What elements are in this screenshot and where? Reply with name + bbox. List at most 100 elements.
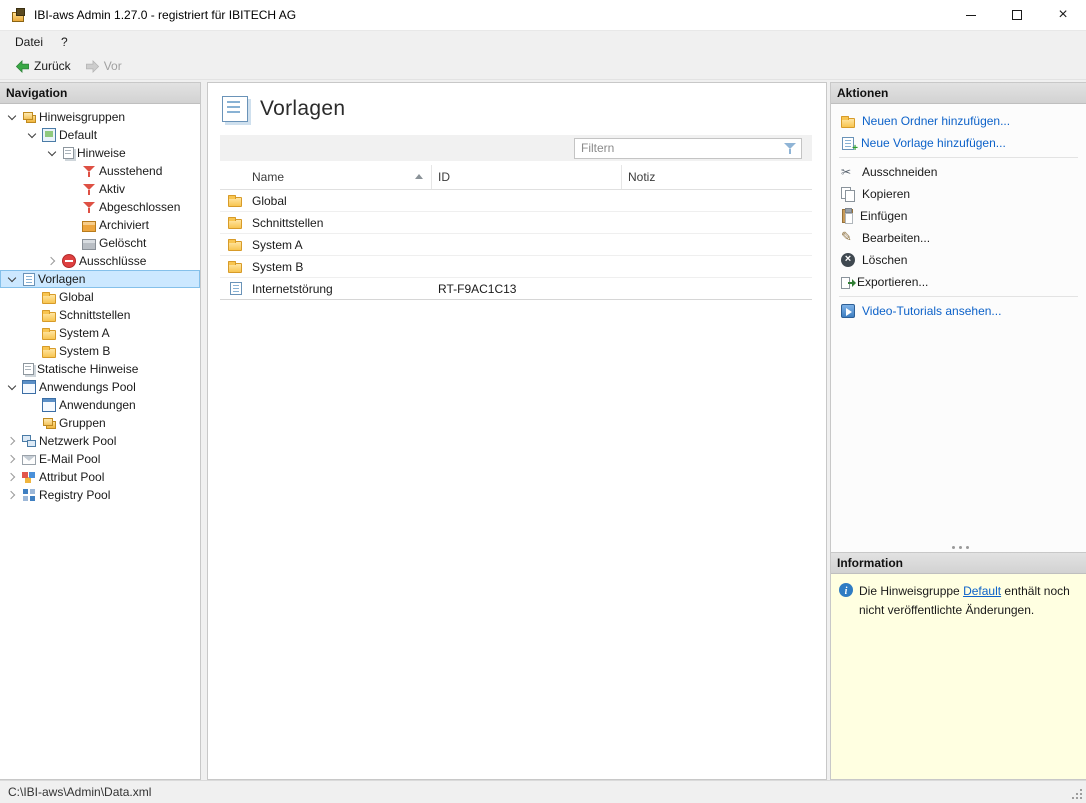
tree-item-label: Aktiv — [99, 182, 125, 196]
column-header-notiz[interactable]: Notiz — [622, 165, 812, 189]
forward-arrow-icon — [85, 59, 100, 74]
chevron-down-icon[interactable] — [6, 111, 19, 124]
table-row[interactable]: Global — [220, 190, 812, 212]
tree-item-label: Global — [59, 290, 94, 304]
tree-item-archiviert[interactable]: Archiviert — [0, 216, 200, 234]
paste-icon — [842, 209, 853, 223]
action-new-folder[interactable]: Neuen Ordner hinzufügen... — [831, 110, 1086, 132]
tree-item-label: Gruppen — [59, 416, 106, 430]
close-button[interactable]: × — [1040, 0, 1086, 31]
no-entry-icon — [62, 254, 76, 268]
back-button[interactable]: Zurück — [8, 57, 78, 76]
groups-icon — [46, 421, 56, 429]
filter-input[interactable] — [575, 140, 783, 157]
registry-grid-icon — [22, 488, 36, 502]
action-cut[interactable]: Ausschneiden — [831, 161, 1086, 183]
panel-splitter[interactable] — [831, 542, 1086, 552]
action-video-tutorials[interactable]: Video-Tutorials ansehen... — [831, 300, 1086, 322]
minimize-button[interactable] — [948, 0, 994, 31]
forward-label: Vor — [104, 59, 122, 73]
pencil-icon — [841, 231, 855, 245]
maximize-icon — [1012, 10, 1022, 20]
icon-column-header[interactable] — [220, 165, 246, 189]
actions-separator — [839, 157, 1078, 158]
tree-item-aktiv[interactable]: Aktiv — [0, 180, 200, 198]
resize-grip-icon[interactable] — [1070, 787, 1083, 800]
action-export[interactable]: Exportieren... — [831, 271, 1086, 293]
action-label: Löschen — [862, 253, 907, 267]
tree-item-system-a[interactable]: System A — [0, 324, 200, 342]
chevron-down-icon[interactable] — [46, 147, 59, 160]
filter-box[interactable] — [574, 138, 802, 159]
tree-item-attribut-pool[interactable]: Attribut Pool — [0, 468, 200, 486]
tree-item-ausschluesse[interactable]: Ausschlüsse — [0, 252, 200, 270]
row-notiz — [622, 234, 812, 255]
window-controls: × — [948, 0, 1086, 31]
tree-item-ausstehend[interactable]: Ausstehend — [0, 162, 200, 180]
table-row[interactable]: System B — [220, 256, 812, 278]
menu-help[interactable]: ? — [52, 31, 77, 53]
action-edit[interactable]: Bearbeiten... — [831, 227, 1086, 249]
video-icon — [841, 304, 855, 318]
mail-icon — [22, 455, 36, 465]
action-delete[interactable]: Löschen — [831, 249, 1086, 271]
expander-spacer — [66, 201, 79, 214]
table-header-row: Name ID Notiz — [220, 165, 812, 190]
info-text-before: Die Hinweisgruppe — [859, 584, 963, 598]
filter-icon — [82, 182, 96, 196]
navigation-panel: Navigation Hinweisgruppen Default Hinwei… — [0, 82, 201, 780]
vorlagen-table: Name ID Notiz Global Schnittstellen — [220, 165, 812, 779]
expander-spacer — [26, 291, 39, 304]
filter-funnel-icon[interactable] — [783, 141, 797, 155]
tree-item-system-b[interactable]: System B — [0, 342, 200, 360]
table-row[interactable]: Schnittstellen — [220, 212, 812, 234]
tree-item-label: Default — [59, 128, 97, 142]
chevron-right-icon[interactable] — [6, 435, 19, 448]
back-arrow-icon — [15, 59, 30, 74]
tree-item-abgeschlossen[interactable]: Abgeschlossen — [0, 198, 200, 216]
tree-item-vorlagen[interactable]: Vorlagen — [0, 270, 200, 288]
column-header-name[interactable]: Name — [246, 165, 432, 189]
action-paste[interactable]: Einfügen — [831, 205, 1086, 227]
maximize-button[interactable] — [994, 0, 1040, 31]
chevron-down-icon[interactable] — [26, 129, 39, 142]
chevron-right-icon[interactable] — [46, 255, 59, 268]
tree-item-label: Attribut Pool — [39, 470, 104, 484]
tree-item-global[interactable]: Global — [0, 288, 200, 306]
row-notiz — [622, 212, 812, 233]
action-label: Neue Vorlage hinzufügen... — [861, 136, 1006, 150]
chevron-down-icon[interactable] — [6, 273, 19, 286]
tree-item-email-pool[interactable]: E-Mail Pool — [0, 450, 200, 468]
chevron-right-icon[interactable] — [6, 489, 19, 502]
chevron-right-icon[interactable] — [6, 453, 19, 466]
tree-item-anwendungs-pool[interactable]: Anwendungs Pool — [0, 378, 200, 396]
row-notiz — [622, 190, 812, 211]
action-copy[interactable]: Kopieren — [831, 183, 1086, 205]
default-group-link[interactable]: Default — [963, 584, 1001, 598]
folder-icon — [228, 197, 242, 207]
tree-item-anwendungen[interactable]: Anwendungen — [0, 396, 200, 414]
tree-item-geloescht[interactable]: Gelöscht — [0, 234, 200, 252]
column-header-id[interactable]: ID — [432, 165, 622, 189]
tree-item-hinweisgruppen[interactable]: Hinweisgruppen — [0, 108, 200, 126]
tree-item-statische-hinweise[interactable]: Statische Hinweise — [0, 360, 200, 378]
action-new-template[interactable]: Neue Vorlage hinzufügen... — [831, 132, 1086, 154]
tree-item-registry-pool[interactable]: Registry Pool — [0, 486, 200, 504]
actions-panel: Aktionen Neuen Ordner hinzufügen... Neue… — [830, 82, 1086, 553]
tree-item-netzwerk-pool[interactable]: Netzwerk Pool — [0, 432, 200, 450]
chevron-right-icon[interactable] — [6, 471, 19, 484]
chevron-down-icon[interactable] — [6, 381, 19, 394]
row-id — [432, 190, 622, 211]
app-window-icon — [42, 398, 56, 412]
tree-item-default[interactable]: Default — [0, 126, 200, 144]
tree-item-gruppen[interactable]: Gruppen — [0, 414, 200, 432]
back-label: Zurück — [34, 59, 71, 73]
workspace: Navigation Hinweisgruppen Default Hinwei… — [0, 80, 1086, 780]
forward-button[interactable]: Vor — [78, 57, 129, 76]
table-row[interactable]: System A — [220, 234, 812, 256]
content-panel: Vorlagen Name ID Notiz — [207, 82, 827, 780]
tree-item-hinweise[interactable]: Hinweise — [0, 144, 200, 162]
tree-item-schnittstellen[interactable]: Schnittstellen — [0, 306, 200, 324]
table-row[interactable]: Internetstörung RT-F9AC1C13 — [220, 278, 812, 300]
menu-datei[interactable]: Datei — [6, 31, 52, 53]
